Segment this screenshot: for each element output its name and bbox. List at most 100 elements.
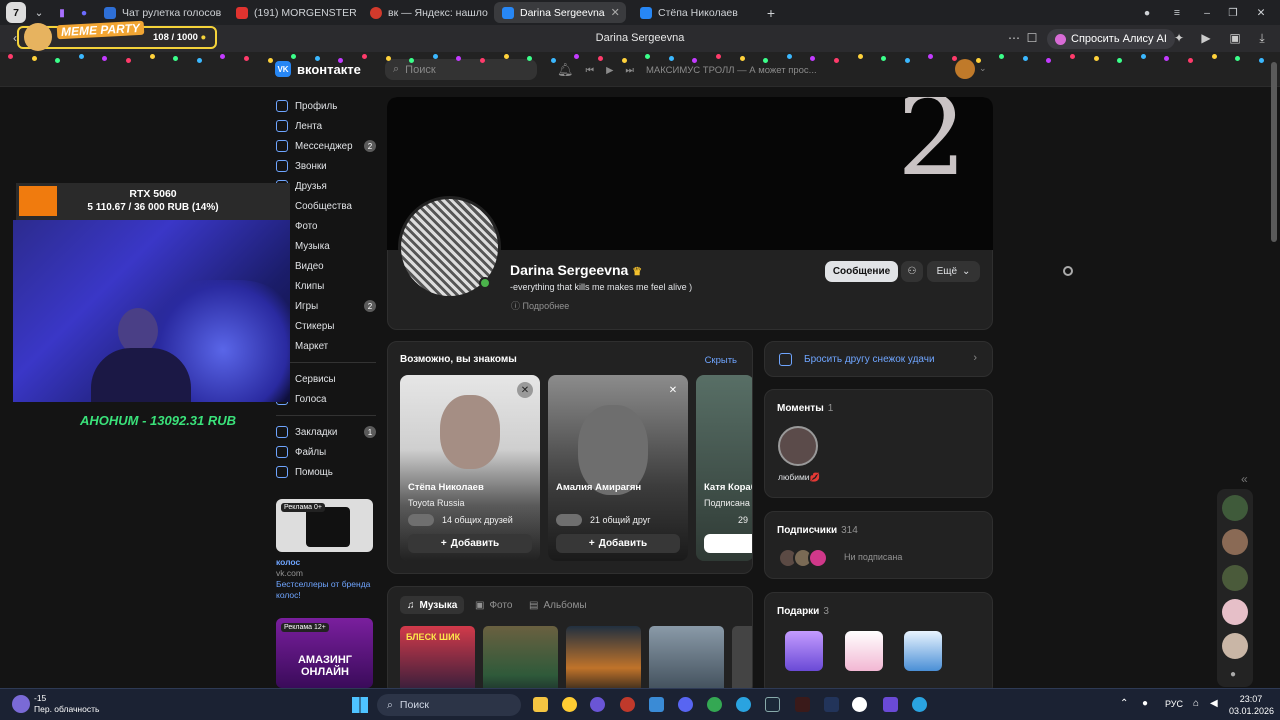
tab-yandex-search[interactable]: вк — Яндекс: нашлось 10 <box>362 2 488 23</box>
more-button[interactable]: Ещё ⌄ <box>927 261 980 282</box>
bell-icon[interactable]: 🔔︎ <box>557 62 574 78</box>
tab-chat-roulette[interactable]: Чат рулетка голосовая — <box>96 2 221 23</box>
close-icon[interactable]: ✕ <box>517 382 533 398</box>
tab-photos[interactable]: ▣ Фото <box>468 596 519 614</box>
suggestion-card[interactable]: Катя Кораб Подписана 29 + <box>696 375 752 561</box>
discord-icon[interactable] <box>678 697 693 712</box>
avatar[interactable] <box>1222 599 1248 625</box>
suggestion-name[interactable]: Стёпа Николаев <box>408 482 484 493</box>
app-icon[interactable] <box>883 697 898 712</box>
suggestion-name[interactable]: Амалия Амирагян <box>556 482 641 493</box>
clock[interactable]: 23:07 03.01.2026 <box>1229 693 1274 717</box>
ad-title[interactable]: колос <box>276 557 300 567</box>
search-input[interactable]: ⌕ Поиск <box>385 59 537 80</box>
gift-icon[interactable] <box>785 631 823 671</box>
collapse-icon[interactable]: « <box>1241 472 1248 486</box>
nav-item[interactable]: Файлы <box>276 442 376 462</box>
weather-widget[interactable]: -15 Пер. облачность <box>34 693 99 715</box>
nav-item[interactable]: Музыка <box>276 236 376 256</box>
browser-menu-icon[interactable]: 7 <box>6 2 26 23</box>
scrollbar[interactable] <box>1271 62 1277 242</box>
app-icon[interactable] <box>590 697 605 712</box>
suggestion-name[interactable]: Катя Кораб <box>704 482 752 493</box>
collections-icon[interactable]: ▣ <box>1228 31 1242 45</box>
minimize-icon[interactable]: – <box>1200 2 1214 23</box>
nav-item[interactable]: Игры 2 <box>276 296 376 316</box>
tray-chevron-icon[interactable]: ⌃ <box>1120 698 1128 709</box>
ad-banner-2[interactable]: Реклама 12+ АМАЗИНГ ОНЛАЙН <box>276 618 373 688</box>
gift-icon[interactable] <box>904 631 942 671</box>
profile-icon[interactable]: ● <box>1140 2 1154 23</box>
chat-icon[interactable]: ● <box>1230 669 1236 680</box>
nav-item[interactable]: Фото <box>276 216 376 236</box>
ad-domain[interactable]: vk.com <box>276 568 303 578</box>
nav-item[interactable]: Лента <box>276 116 376 136</box>
nav-item[interactable]: Клипы <box>276 276 376 296</box>
add-friend-button[interactable]: + <box>704 534 752 553</box>
tab-stepa-nikolaev[interactable]: Стёпа Николаев <box>632 2 758 23</box>
network-icon[interactable]: ⌂ <box>1193 698 1199 709</box>
taskbar-search[interactable]: ⌕ Поиск <box>377 694 521 716</box>
yandex-browser-icon[interactable] <box>852 697 867 712</box>
media-thumb[interactable]: БЛЕСК ШИК <box>400 626 475 695</box>
nav-item[interactable]: Звонки <box>276 156 376 176</box>
gifts-title[interactable]: Подарки 3 <box>777 606 829 617</box>
more-icon[interactable]: ⋯ <box>1007 31 1021 45</box>
file-explorer-icon[interactable] <box>533 697 548 712</box>
close-icon[interactable]: ✕ <box>665 382 681 398</box>
add-friend-button[interactable]: + Добавить <box>556 534 680 553</box>
avatar[interactable] <box>1222 529 1248 555</box>
nav-item[interactable]: Мессенджер 2 <box>276 136 376 156</box>
app-icon[interactable] <box>824 697 839 712</box>
telegram-icon[interactable] <box>736 697 751 712</box>
volume-icon[interactable]: ◀ <box>1210 698 1218 709</box>
bookmark-icon[interactable]: ☐ <box>1025 31 1039 45</box>
vk-logo[interactable]: VK вконтакте <box>275 61 361 77</box>
maximize-icon[interactable]: ❐ <box>1226 2 1240 23</box>
play-icon[interactable]: ▶ <box>1199 31 1213 45</box>
ad-banner-1[interactable]: Реклама 0+ <box>276 499 373 552</box>
microphone-icon[interactable]: ● <box>1142 698 1148 709</box>
close-window-icon[interactable]: ✕ <box>1254 2 1268 23</box>
close-tab-icon[interactable]: ✕ <box>611 6 620 19</box>
telegram-icon[interactable] <box>912 697 927 712</box>
media-thumb[interactable] <box>566 626 641 695</box>
play-icon[interactable]: ▶ <box>606 65 613 76</box>
windows-start-icon[interactable] <box>352 697 368 713</box>
add-friend-button[interactable]: + Добавить <box>408 534 532 553</box>
hide-suggestions-link[interactable]: Скрыть <box>705 355 737 366</box>
gift-icon[interactable] <box>845 631 883 671</box>
chrome-icon[interactable] <box>707 697 722 712</box>
media-thumb[interactable] <box>649 626 724 695</box>
ask-alice-button[interactable]: Спросить Алису AI <box>1047 29 1175 49</box>
twitch-pinned-icon[interactable]: ▮ <box>54 2 70 23</box>
snowball-banner[interactable]: Бросить другу снежок удачи › <box>764 341 993 377</box>
nav-item[interactable]: Закладки 1 <box>276 422 376 442</box>
add-friend-button[interactable]: ⚇ <box>901 261 923 282</box>
suggestion-card[interactable]: ✕ Стёпа Николаев Toyota Russia 14 общих … <box>400 375 540 561</box>
subscriber-avatars[interactable] <box>778 548 838 568</box>
pinned-tab-icon[interactable]: ● <box>76 2 92 23</box>
bookmarks-bar-icon[interactable]: ≡ <box>1170 2 1184 23</box>
nav-item[interactable]: Помощь <box>276 462 376 482</box>
app-icon[interactable] <box>562 697 577 712</box>
tab-morgenstern[interactable]: (191) MORGENSTERN | <box>228 2 356 23</box>
subscribers-title[interactable]: Подписчики 314 <box>777 525 858 536</box>
profile-more-link[interactable]: ⓘ Подробнее <box>511 299 569 312</box>
media-thumb[interactable] <box>732 626 752 695</box>
nav-item[interactable]: Стикеры <box>276 316 376 336</box>
avatar[interactable] <box>1222 495 1248 521</box>
app-icon[interactable] <box>620 697 635 712</box>
nav-item[interactable]: Маркет <box>276 336 376 356</box>
tab-music[interactable]: ♫ Музыка <box>400 596 465 614</box>
prev-track-icon[interactable]: ⏮ <box>586 65 595 76</box>
next-track-icon[interactable]: ⏭ <box>625 65 634 76</box>
steam-icon[interactable] <box>765 697 780 712</box>
suggestion-card[interactable]: ✕ Амалия Амирагян 21 общий друг + Добавит… <box>548 375 688 561</box>
tab-darina-sergeevna[interactable]: Darina Sergeevna ✕ <box>494 2 626 23</box>
nav-item[interactable]: Профиль <box>276 96 376 116</box>
ad-text[interactable]: Бестселлеры от бренда колос! <box>276 579 376 601</box>
avatar[interactable] <box>1222 633 1248 659</box>
tab-albums[interactable]: ▤ Альбомы <box>522 596 594 614</box>
moments-title[interactable]: Моменты 1 <box>777 403 833 414</box>
